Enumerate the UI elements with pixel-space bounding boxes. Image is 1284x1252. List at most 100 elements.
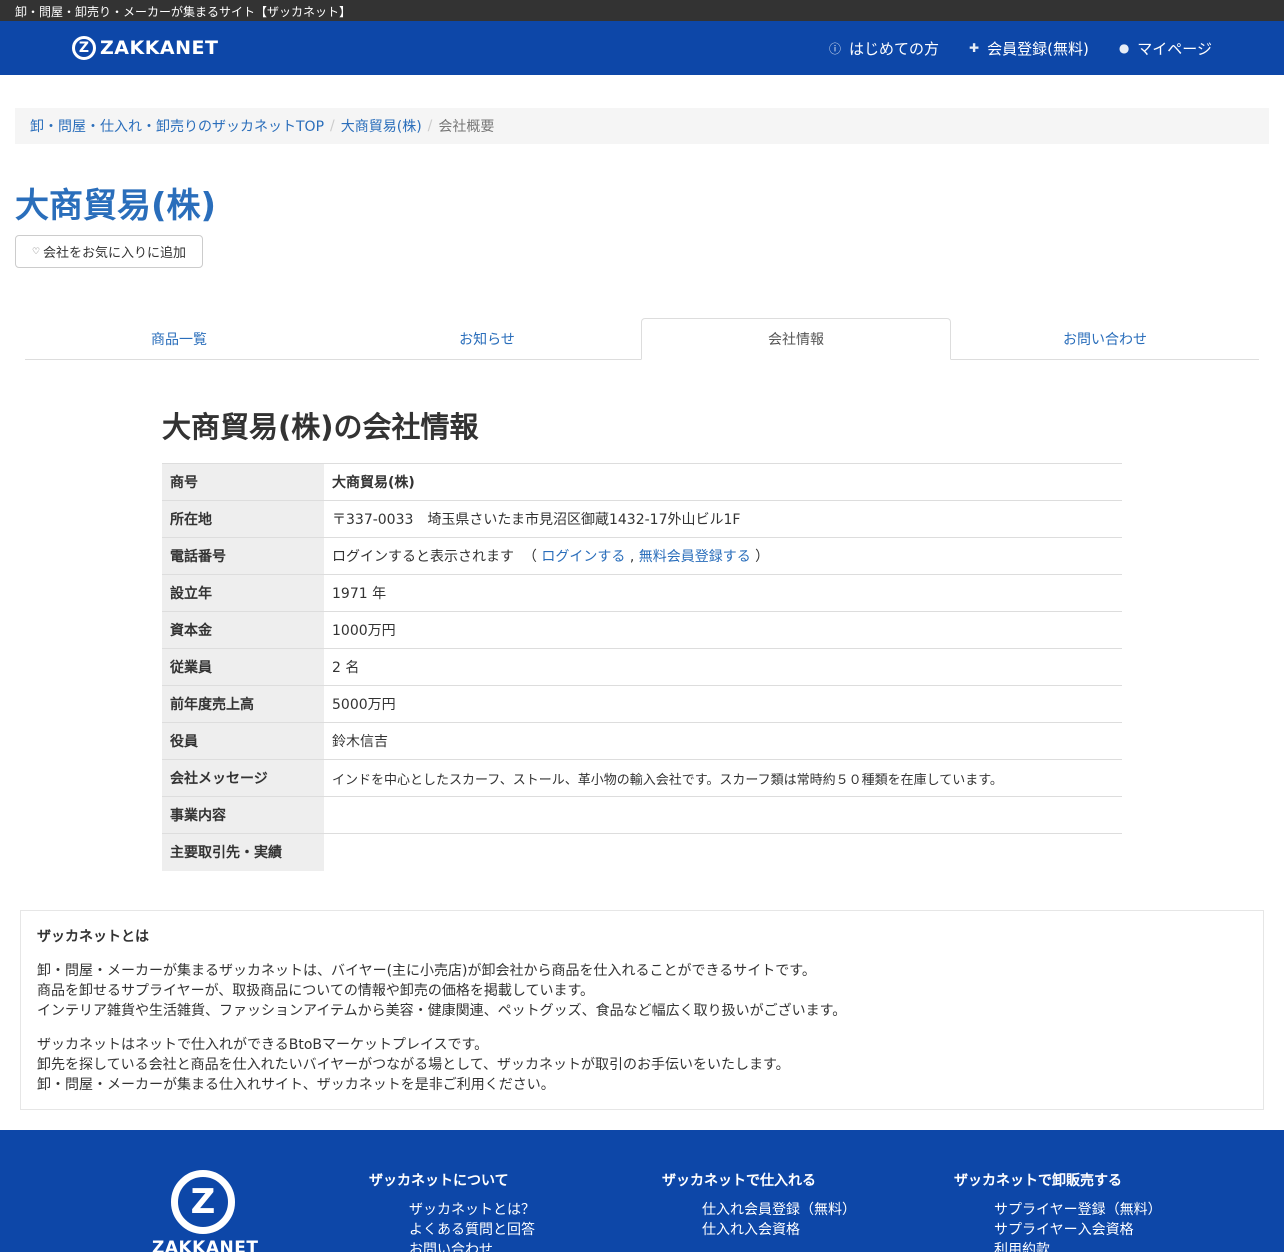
footer-link[interactable]: 利用約款 xyxy=(994,1240,1162,1252)
footer-logo-mark-icon: Z xyxy=(171,1170,235,1234)
row-label: 資本金 xyxy=(162,611,324,649)
about-title: ザッカネットとは xyxy=(37,929,149,945)
footer-column-title: ザッカネットについて xyxy=(369,1173,509,1189)
table-row: 役員 鈴木信吉 xyxy=(162,722,1122,760)
row-value: 1000万円 xyxy=(324,611,1122,649)
paren-close: ） xyxy=(755,549,770,565)
breadcrumb-separator: / xyxy=(427,118,433,134)
footer-column-title: ザッカネットで仕入れる xyxy=(662,1173,816,1189)
table-row: 資本金 1000万円 xyxy=(162,611,1122,649)
row-value: 大商貿易(株) xyxy=(324,463,1122,501)
row-label: 主要取引先・実績 xyxy=(162,833,324,871)
table-row: 主要取引先・実績 xyxy=(162,833,1122,871)
nav-mypage-label: マイページ xyxy=(1137,39,1212,58)
tab-contact[interactable]: お問い合わせ xyxy=(951,318,1259,359)
about-line: 卸・問屋・メーカーが集まるザッカネットは、バイヤー(主に小売店)が卸会社から商品… xyxy=(37,963,816,979)
table-row: 電話番号 ログインすると表示されます （ ログインする , 無料会員登録する ） xyxy=(162,537,1122,575)
company-tabs: 商品一覧 お知らせ 会社情報 お問い合わせ xyxy=(25,318,1259,360)
about-line: インテリア雑貨や生活雑貨、ファッションアイテムから美容・健康関連、ペットグッズ、… xyxy=(37,1003,847,1019)
footer-link[interactable]: よくある質問と回答 xyxy=(409,1220,535,1240)
row-value: 5000万円 xyxy=(324,685,1122,723)
user-icon: ● xyxy=(1118,41,1130,55)
info-icon: ⓘ xyxy=(829,41,842,56)
add-favorite-label: 会社をお気に入りに追加 xyxy=(43,246,187,261)
site-logo[interactable]: Z ZAKKANET xyxy=(72,35,218,61)
row-value: 鈴木信吉 xyxy=(324,722,1122,760)
footer-link[interactable]: サプライヤー登録（無料） xyxy=(994,1200,1162,1220)
row-value: 2 名 xyxy=(324,648,1122,686)
about-zakkanet-box: ザッカネットとは 卸・問屋・メーカーが集まるザッカネットは、バイヤー(主に小売店… xyxy=(20,910,1264,1110)
tab-company-info[interactable]: 会社情報 xyxy=(641,318,951,360)
footer-link[interactable]: 仕入れ入会資格 xyxy=(702,1220,856,1240)
row-label: 所在地 xyxy=(162,500,324,538)
footer-link[interactable]: ザッカネットとは？ xyxy=(409,1200,535,1220)
top-tagline-bar: 卸・問屋・卸売り・メーカーが集まるサイト【ザッカネット】 xyxy=(0,0,1284,21)
row-value xyxy=(324,796,1122,834)
company-info-table: 商号 大商貿易(株) 所在地 〒337-0033 埼玉県さいたま市見沼区御蔵14… xyxy=(162,463,1122,871)
about-paragraph-1: 卸・問屋・メーカーが集まるザッカネットは、バイヤー(主に小売店)が卸会社から商品… xyxy=(37,961,1247,1021)
breadcrumb-company-link[interactable]: 大商貿易(株) xyxy=(341,116,422,136)
footer-logo-text: ZAKKANET xyxy=(152,1238,259,1252)
tagline-text: 卸・問屋・卸売り・メーカーが集まるサイト【ザッカネット】 xyxy=(15,5,352,19)
nav-beginners[interactable]: ⓘ はじめての方 xyxy=(829,38,939,59)
footer-link[interactable]: サプライヤー入会資格 xyxy=(994,1220,1162,1240)
nav-register[interactable]: ✚ 会員登録(無料) xyxy=(969,38,1089,59)
breadcrumb: 卸・問屋・仕入れ・卸売りのザッカネットTOP / 大商貿易(株) / 会社概要 xyxy=(15,108,1269,144)
tab-products-label: 商品一覧 xyxy=(151,331,207,348)
tab-products[interactable]: 商品一覧 xyxy=(25,318,333,359)
row-label: 設立年 xyxy=(162,574,324,612)
breadcrumb-current: 会社概要 xyxy=(438,119,495,135)
footer-link[interactable]: お問い合わせ xyxy=(409,1240,535,1252)
about-line: 卸・問屋・メーカーが集まる仕入れサイト、ザッカネットを是非ご利用ください。 xyxy=(37,1077,555,1093)
company-name-value: 大商貿易(株) xyxy=(332,475,415,491)
site-header: Z ZAKKANET ⓘ はじめての方 ✚ 会員登録(無料) ● マイページ xyxy=(0,21,1284,75)
register-link[interactable]: 無料会員登録する xyxy=(639,549,751,565)
row-value xyxy=(324,833,1122,871)
row-label: 商号 xyxy=(162,463,324,501)
about-paragraph-2: ザッカネットはネットで仕入れができるBtoBマーケットプレイスです。 卸先を探し… xyxy=(37,1035,1247,1095)
tab-contact-label: お問い合わせ xyxy=(1063,331,1147,348)
table-row: 商号 大商貿易(株) xyxy=(162,463,1122,501)
table-row: 会社メッセージ インドを中心としたスカーフ、ストール、革小物の輸入会社です。スカ… xyxy=(162,759,1122,797)
table-row: 設立年 1971 年 xyxy=(162,574,1122,612)
company-info-heading: 大商貿易(株)の会社情報 xyxy=(162,410,479,444)
footer-column-title: ザッカネットで卸販売する xyxy=(954,1173,1122,1189)
header-nav: ⓘ はじめての方 ✚ 会員登録(無料) ● マイページ xyxy=(829,21,1212,75)
row-value: インドを中心としたスカーフ、ストール、革小物の輸入会社です。スカーフ類は常時約５… xyxy=(324,759,1122,797)
logo-text: ZAKKANET xyxy=(100,37,219,59)
table-row: 前年度売上高 5000万円 xyxy=(162,685,1122,723)
tab-news[interactable]: お知らせ xyxy=(333,318,641,359)
row-label: 前年度売上高 xyxy=(162,685,324,723)
paren-open: （ xyxy=(518,549,537,565)
nav-mypage[interactable]: ● マイページ xyxy=(1119,38,1212,59)
row-label: 従業員 xyxy=(162,648,324,686)
breadcrumb-top-link[interactable]: 卸・問屋・仕入れ・卸売りのザッカネットTOP xyxy=(30,116,324,136)
add-favorite-button[interactable]: ♡ 会社をお気に入りに追加 xyxy=(15,235,203,268)
site-footer: Z ZAKKANET ザッカネットについて ザッカネットとは？ よくある質問と回… xyxy=(0,1130,1284,1252)
about-line: 商品を卸せるサプライヤーが、取扱商品についての情報や卸売の価格を掲載しています。 xyxy=(37,983,595,999)
about-line: 卸先を探している会社と商品を仕入れたいバイヤーがつながる場として、ザッカネットが… xyxy=(37,1057,790,1073)
about-line: ザッカネットはネットで仕入れができるBtoBマーケットプレイスです。 xyxy=(37,1037,489,1053)
footer-column-about: ザッカネットについて ザッカネットとは？ よくある質問と回答 お問い合わせ xyxy=(369,1170,535,1252)
footer-column-sell: ザッカネットで卸販売する サプライヤー登録（無料） サプライヤー入会資格 利用約… xyxy=(954,1170,1162,1252)
user-plus-icon: ✚ xyxy=(969,41,980,55)
footer-link[interactable]: 仕入れ会員登録（無料） xyxy=(702,1200,856,1220)
row-value: ログインすると表示されます （ ログインする , 無料会員登録する ） xyxy=(324,537,1122,575)
tab-news-label: お知らせ xyxy=(459,331,515,348)
table-row: 所在地 〒337-0033 埼玉県さいたま市見沼区御蔵1432-17外山ビル1F xyxy=(162,500,1122,538)
row-value: 1971 年 xyxy=(324,574,1122,612)
nav-beginners-label: はじめての方 xyxy=(849,39,940,58)
row-label: 事業内容 xyxy=(162,796,324,834)
row-label: 会社メッセージ xyxy=(162,759,324,797)
login-link[interactable]: ログインする xyxy=(541,549,625,565)
table-row: 事業内容 xyxy=(162,796,1122,834)
phone-hidden-text: ログインすると表示されます xyxy=(332,549,514,565)
row-label: 役員 xyxy=(162,722,324,760)
nav-register-label: 会員登録(無料) xyxy=(987,39,1089,58)
footer-logo[interactable]: Z ZAKKANET xyxy=(152,1170,259,1252)
page-title: 大商貿易(株) xyxy=(15,186,217,226)
heart-icon: ♡ xyxy=(31,246,41,257)
logo-mark-icon: Z xyxy=(72,36,96,60)
table-row: 従業員 2 名 xyxy=(162,648,1122,686)
comma: , xyxy=(629,549,635,565)
